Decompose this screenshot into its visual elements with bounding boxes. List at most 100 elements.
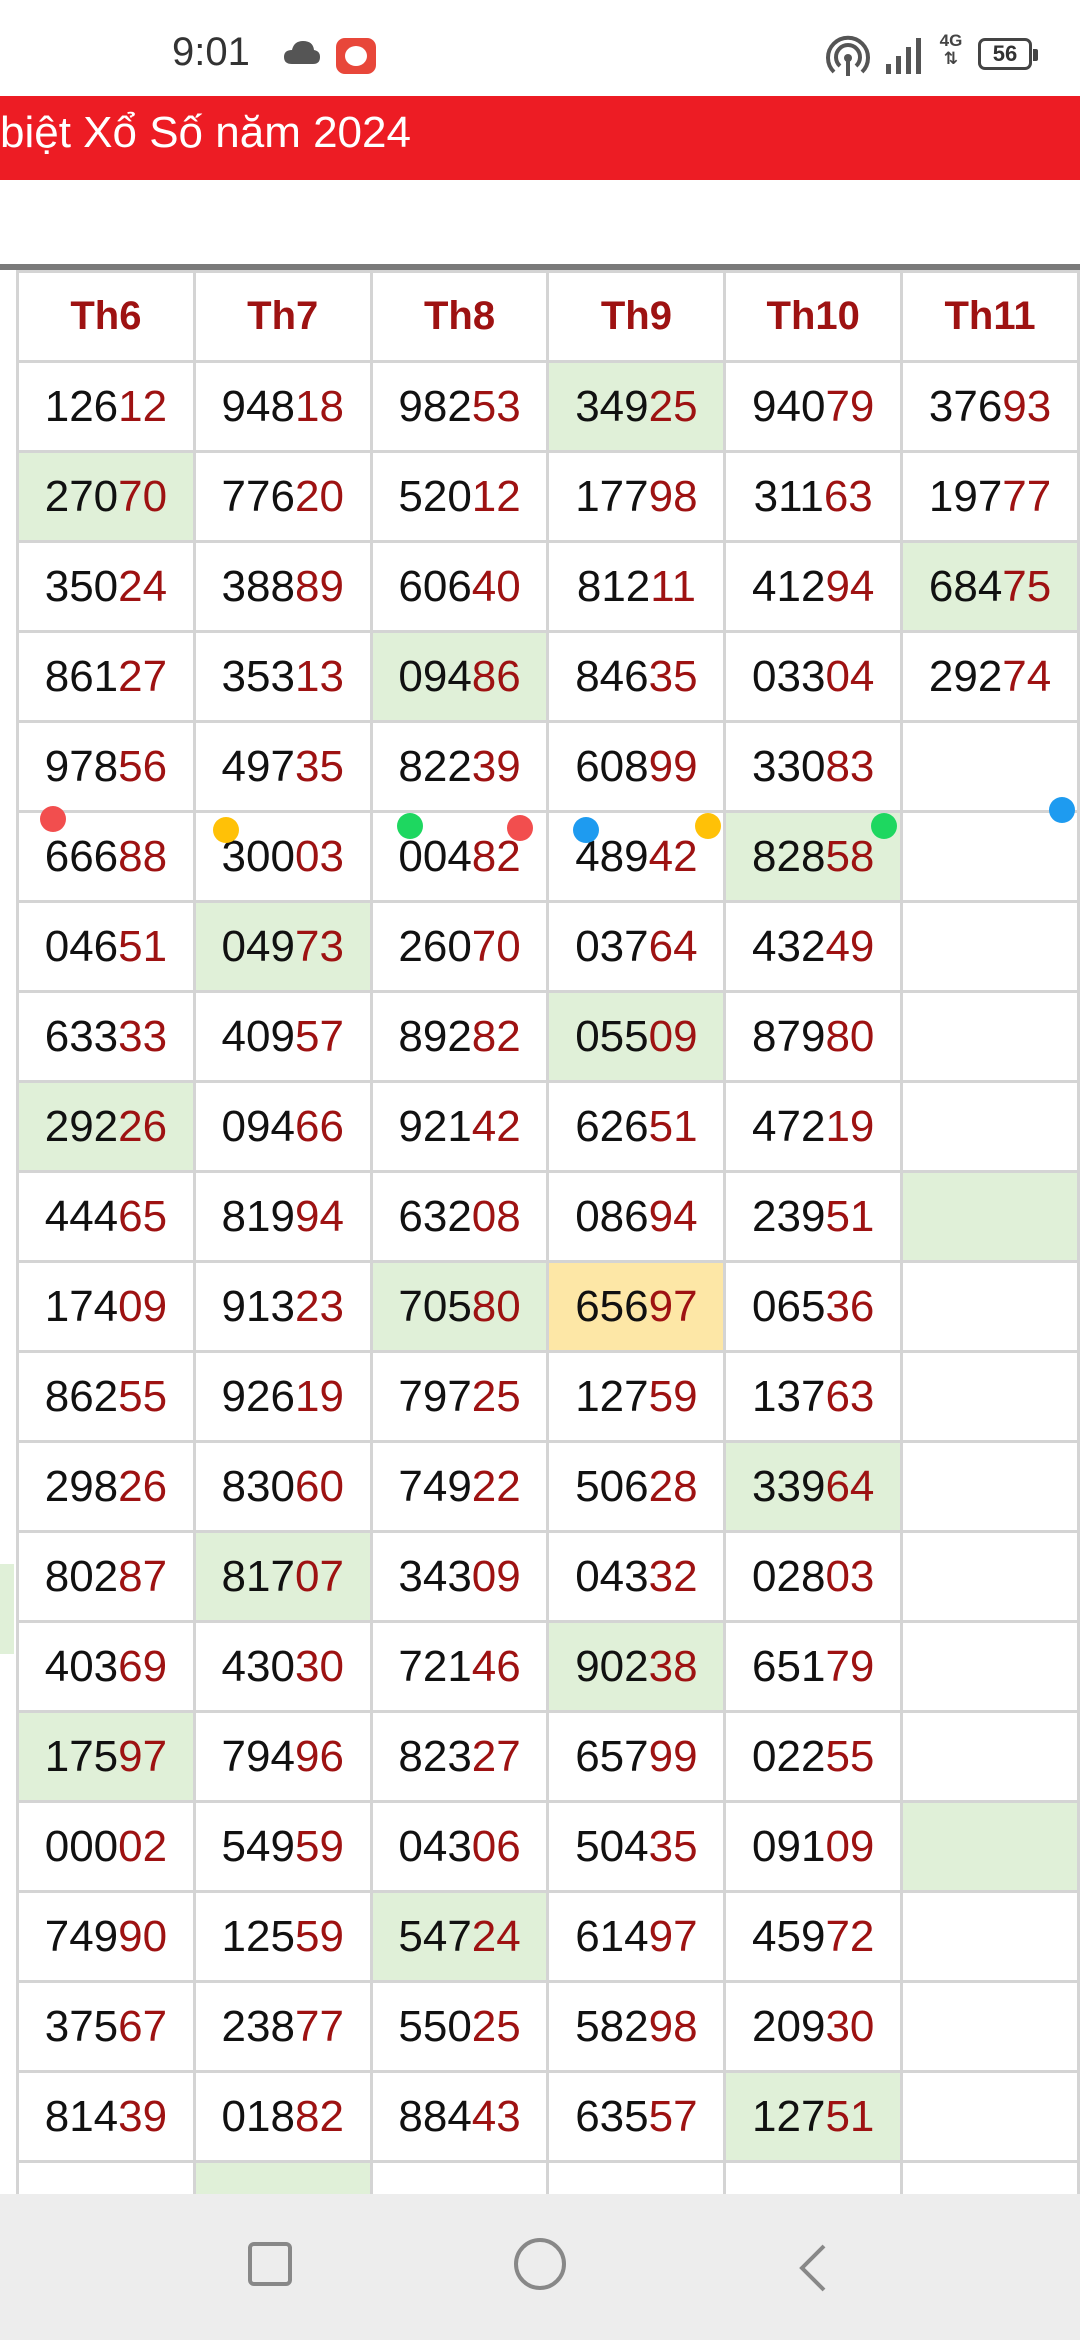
number-suffix: 65 [118, 1191, 168, 1241]
home-icon[interactable] [514, 2238, 566, 2290]
result-cell: 58298 [546, 1980, 727, 2073]
number-prefix: 376 [928, 381, 1003, 431]
number-prefix: 037 [575, 921, 649, 971]
result-cell [900, 1800, 1080, 1893]
result-cell: 09466 [192, 1080, 373, 1173]
number-suffix: 22 [471, 1461, 521, 1511]
result-cell: 65697 [546, 1260, 727, 1353]
result-cell: 43249 [723, 900, 904, 993]
result-cell: 82239 [369, 720, 550, 813]
result-cell: 09109 [723, 1800, 904, 1893]
number-prefix: 547 [398, 1911, 472, 1961]
result-cell [900, 2070, 1080, 2163]
number-suffix: 63 [823, 471, 873, 521]
number-suffix: 24 [471, 1911, 521, 1961]
number-prefix: 948 [221, 381, 295, 431]
result-cell: 27070 [16, 450, 196, 543]
lottery-table-container[interactable]: Th6 Th7 Th8 Th9 Th10 Th11 12612 94818 9825… [0, 264, 1080, 2194]
result-cell: 12751 [723, 2070, 904, 2163]
blank-strip [0, 180, 1080, 264]
number-suffix: 40 [471, 561, 521, 611]
result-cell [900, 1980, 1080, 2073]
number-suffix: 93 [1002, 381, 1052, 431]
number-prefix: 043 [575, 1551, 649, 1601]
number-prefix: 749 [398, 1461, 472, 1511]
result-cell: 44465 [16, 1170, 196, 1263]
result-cell: 49735 [192, 720, 373, 813]
number-suffix: 43 [471, 2091, 521, 2141]
number-prefix: 812 [576, 561, 651, 611]
number-prefix: 137 [752, 1371, 826, 1421]
number-suffix: 59 [294, 1821, 344, 1871]
number-suffix: 35 [648, 651, 698, 701]
number-suffix: 12 [471, 471, 521, 521]
number-suffix: 69 [118, 1641, 168, 1691]
number-suffix: 57 [648, 2091, 698, 2141]
number-prefix: 504 [575, 1821, 649, 1871]
number-prefix: 127 [752, 2091, 826, 2141]
number-suffix: 51 [648, 1101, 698, 1151]
number-suffix: 60 [294, 1461, 344, 1511]
number-prefix: 582 [575, 2001, 649, 2051]
number-prefix: 913 [221, 1281, 295, 1331]
result-cell: 34925 [546, 360, 727, 453]
table-row: 86127 35313 09486 84635 03304 29274 [16, 630, 1080, 723]
result-cell: 04306 [369, 1800, 550, 1893]
number-prefix: 892 [398, 1011, 472, 1061]
back-icon[interactable] [790, 2240, 838, 2296]
number-prefix: 614 [575, 1911, 649, 1961]
number-prefix: 055 [575, 1011, 649, 1061]
battery-icon: 56 [978, 38, 1038, 70]
marker-dot [1049, 797, 1075, 823]
column-header[interactable]: Th11 [900, 270, 1080, 363]
signal-icon [886, 38, 921, 74]
column-header[interactable]: Th10 [723, 270, 904, 363]
table-row: 66688 30003 00482 48942 82858 [16, 810, 1080, 903]
result-cell: 80287 [16, 1530, 196, 1623]
number-suffix: 35 [648, 1821, 698, 1871]
number-suffix: 27 [118, 651, 168, 701]
result-cell: 92142 [369, 1080, 550, 1173]
column-header[interactable]: Th6 [16, 270, 196, 363]
recent-apps-icon[interactable] [248, 2242, 292, 2286]
result-cell [900, 1530, 1080, 1623]
number-prefix: 921 [398, 1101, 472, 1151]
number-suffix: 18 [294, 381, 344, 431]
number-prefix: 606 [398, 561, 472, 611]
table-row: 86255 92619 79725 12759 13763 [16, 1350, 1080, 1443]
column-header[interactable]: Th9 [546, 270, 727, 363]
number-prefix: 830 [221, 1461, 295, 1511]
table-header-row: Th6 Th7 Th8 Th9 Th10 Th11 [16, 270, 1080, 363]
result-cell: 40957 [192, 990, 373, 1083]
number-suffix: 35 [294, 741, 344, 791]
number-prefix: 127 [575, 1371, 649, 1421]
number-suffix: 70 [118, 471, 168, 521]
number-prefix: 862 [44, 1371, 119, 1421]
result-cell: 29274 [900, 630, 1080, 723]
result-cell: 55025 [369, 1980, 550, 2073]
table-row: 80287 81707 34309 04332 02803 [16, 1530, 1080, 1623]
number-prefix: 350 [44, 561, 119, 611]
title-banner: biệt Xổ Số năm 2024 [0, 96, 1080, 180]
number-prefix: 656 [575, 1281, 649, 1331]
table-row: 29226 09466 92142 62651 47219 [16, 1080, 1080, 1173]
number-prefix: 094 [221, 1101, 295, 1151]
result-cell: 38889 [192, 540, 373, 633]
column-header[interactable]: Th7 [192, 270, 373, 363]
result-cell: 41294 [723, 540, 904, 633]
result-cell: 23877 [192, 1980, 373, 2073]
number-prefix: 292 [44, 1101, 119, 1151]
number-suffix: 26 [118, 1461, 168, 1511]
number-suffix: 89 [294, 561, 344, 611]
number-suffix: 99 [648, 741, 698, 791]
number-prefix: 388 [221, 561, 295, 611]
number-suffix: 51 [825, 2091, 875, 2141]
result-cell [900, 1890, 1080, 1983]
result-cell: 62651 [546, 1080, 727, 1173]
number-suffix: 33 [118, 1011, 168, 1061]
marker-dot [507, 815, 533, 841]
result-cell: 81211 [546, 540, 727, 633]
result-cell [900, 990, 1080, 1083]
column-header[interactable]: Th8 [369, 270, 550, 363]
number-suffix: 19 [825, 1101, 875, 1151]
